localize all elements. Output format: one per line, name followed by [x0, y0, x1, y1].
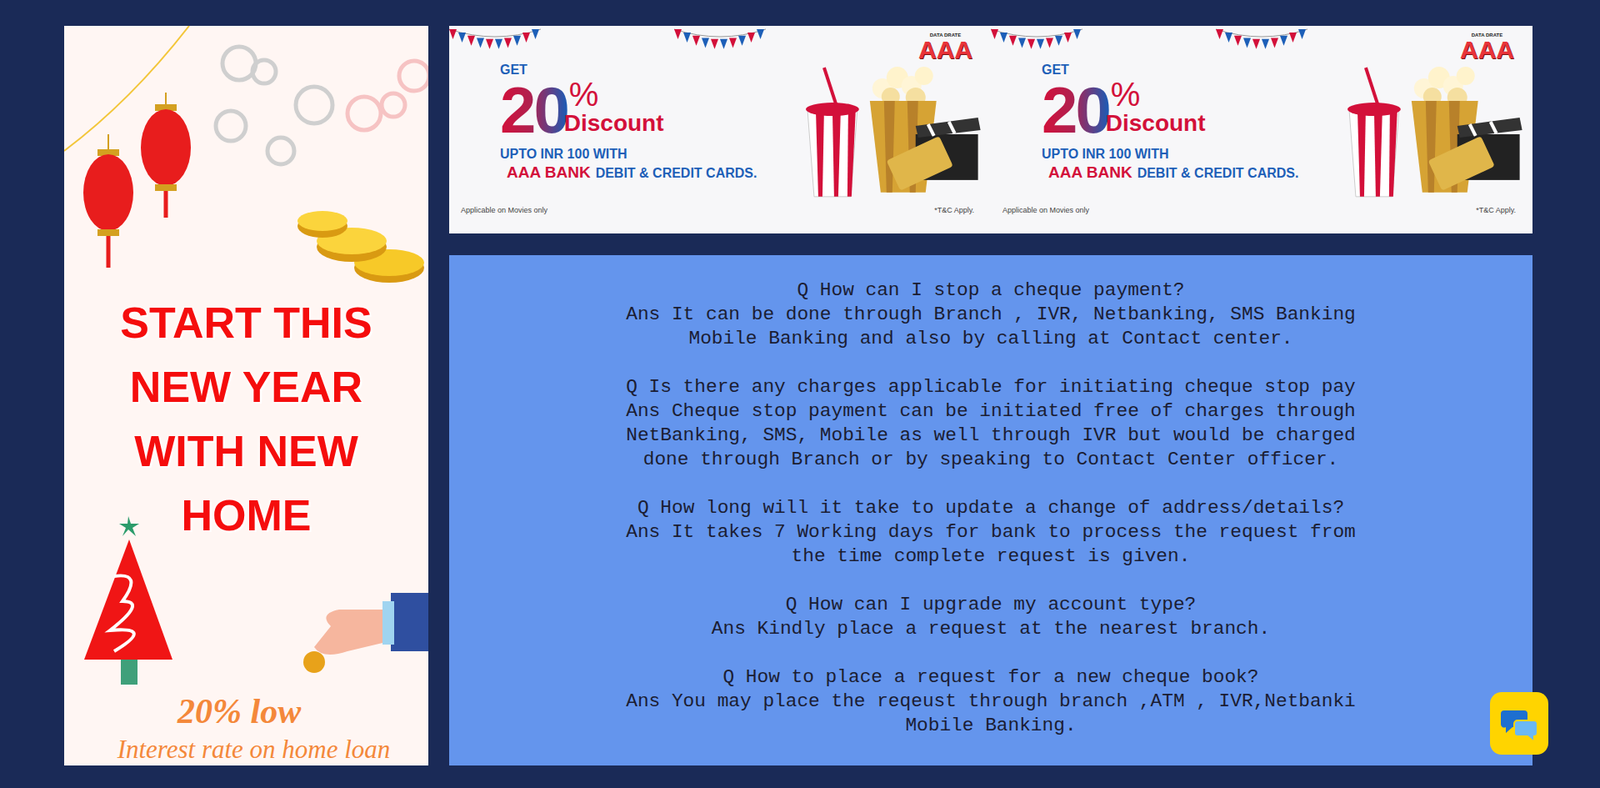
note-text: Applicable on Movies only	[460, 205, 548, 215]
bank-line: AAA BANK DEBIT & CREDIT CARDS.	[500, 162, 783, 184]
note-text: Applicable on Movies only	[1002, 205, 1090, 215]
faq-item: Q How can I stop a cheque payment?Ans It…	[449, 278, 1533, 351]
discount-figure: 20%Discount	[1041, 77, 1325, 143]
percent-value: 20	[1041, 77, 1110, 143]
upto-text: UPTO INR 100 WITH	[1041, 145, 1325, 163]
bank-logo: DATA DRATEAAA	[1460, 32, 1515, 63]
faq-item: Q How to place a request for a new chequ…	[449, 665, 1533, 738]
bunting-icon	[990, 25, 1533, 51]
offer-body: GET20%Discount UPTO INR 100 WITHAAA BANK D…	[990, 50, 1533, 205]
faq-item: Q Is there any charges applicable for in…	[449, 375, 1533, 472]
bank-line: AAA BANK DEBIT & CREDIT CARDS.	[1041, 162, 1325, 184]
page: START THISNEW YEARWITH NEWHOME 20% lowInt…	[0, 0, 1600, 765]
logo-text: AAA	[1460, 37, 1515, 63]
offer-banner-strip[interactable]: DATA DRATEAAAGET20%DiscountUPTO INR 100 …	[449, 25, 1533, 234]
faq-question: Q How long will it take to update a chan…	[449, 495, 1533, 520]
offer-body: GET20%Discount UPTO INR 100 WITHAAA BANK D…	[449, 50, 991, 205]
get-label: GET	[1041, 62, 1325, 78]
rate-text: 20% low	[64, 689, 429, 733]
faq-answer-line: Ans It takes 7 Working days for bank to …	[449, 520, 1533, 545]
faq-item: Q How long will it take to update a chan…	[449, 495, 1533, 569]
discount-label: Discount	[1105, 110, 1206, 136]
faq-answer-line: Ans Cheque stop payment can be initiated…	[449, 399, 1533, 424]
cards-text: DEBIT & CREDIT CARDS.	[1137, 165, 1300, 180]
faq-answer-line: Ans Kindly place a request at the neares…	[449, 616, 1533, 641]
home-loan-banner[interactable]: START THISNEW YEARWITH NEWHOME 20% lowInt…	[64, 25, 429, 765]
banner-title: START THISNEW YEARWITH NEWHOME	[64, 25, 429, 548]
bank-name: AAA BANK	[1048, 163, 1133, 181]
faq-answer-line: done through Branch or by speaking to Co…	[449, 447, 1533, 472]
discount-label: Discount	[564, 110, 665, 136]
percent-value: 20	[500, 77, 568, 143]
faq-question: Q How to place a request for a new chequ…	[449, 665, 1533, 690]
get-label: GET	[500, 62, 783, 78]
title-line: WITH NEW	[64, 419, 429, 484]
faq-question: Q Is there any charges applicable for in…	[449, 375, 1533, 400]
popcorn-movie-icon	[1332, 50, 1533, 201]
logo-text: AAA	[918, 37, 973, 63]
title-line: NEW YEAR	[64, 355, 429, 420]
percent-group: %Discount	[567, 77, 665, 141]
offer-footer: Applicable on Movies only *T&C Apply.	[990, 205, 1533, 215]
offer-footer: Applicable on Movies only *T&C Apply.	[449, 205, 991, 215]
faq-panel: Q How can I stop a cheque payment?Ans It…	[449, 255, 1533, 765]
offer-banner[interactable]: DATA DRATEAAA GET20%Discount UPTO INR 100 …	[990, 25, 1533, 234]
percent-sign: %	[1110, 77, 1206, 111]
cards-text: DEBIT & CREDIT CARDS.	[595, 165, 758, 180]
faq-item: Q How can I upgrade my account type?Ans …	[449, 592, 1533, 641]
faq-answer-line: Ans You may place the reqeust through br…	[449, 689, 1533, 714]
percent-group: %Discount	[1109, 77, 1206, 141]
faq-answer-line: Ans It can be done through Branch , IVR,…	[449, 302, 1533, 327]
offer-text: GET20%Discount UPTO INR 100 WITHAAA BANK D…	[1041, 50, 1325, 205]
chat-button[interactable]	[1490, 691, 1549, 755]
percent-sign: %	[569, 77, 665, 111]
main-column: DATA DRATEAAAGET20%DiscountUPTO INR 100 …	[449, 25, 1533, 765]
title-line: HOME	[64, 483, 429, 548]
faq-answer-line: Mobile Banking and also by calling at Co…	[449, 326, 1533, 351]
bank-name: AAA BANK	[506, 163, 591, 181]
offer-text: GET20%Discount UPTO INR 100 WITHAAA BANK D…	[500, 50, 783, 205]
terms-text: *T&C Apply.	[1475, 205, 1516, 215]
rate-caption: Interest rate on home loan	[64, 732, 429, 765]
terms-text: *T&C Apply.	[934, 205, 975, 215]
faq-answer-line: the time complete request is given.	[449, 544, 1533, 569]
faq-question: Q How can I upgrade my account type?	[449, 592, 1533, 617]
upto-text: UPTO INR 100 WITH	[500, 145, 783, 163]
chat-bubbles-icon	[1499, 703, 1540, 744]
popcorn-movie-icon	[790, 50, 991, 201]
bank-logo: DATA DRATEAAA	[918, 32, 973, 63]
faq-question: Q How can I stop a cheque payment?	[449, 278, 1533, 303]
faq-answer-line: Mobile Banking.	[449, 713, 1533, 738]
title-line: START THIS	[64, 290, 429, 355]
bunting-icon	[449, 25, 991, 51]
discount-figure: 20%Discount	[500, 77, 783, 143]
offer-banner[interactable]: DATA DRATEAAA GET20%Discount UPTO INR 100 …	[449, 25, 991, 234]
faq-answer-line: NetBanking, SMS, Mobile as well through …	[449, 423, 1533, 448]
